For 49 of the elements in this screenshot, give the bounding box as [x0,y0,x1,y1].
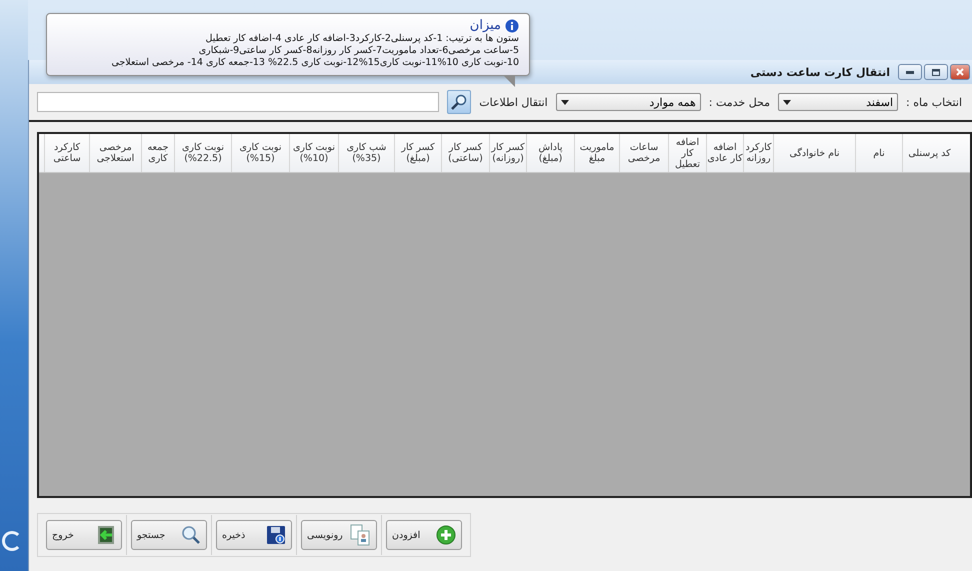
close-icon [956,68,964,76]
action-button[interactable]: ذخیره [216,520,292,550]
plus-icon [436,525,456,545]
action-button[interactable]: افزودن [386,520,462,550]
column-header[interactable]: کارکرد روزانه [743,134,773,172]
column-header[interactable]: نام خانوادگی [773,134,855,172]
maximize-icon [932,68,940,76]
location-dropdown[interactable]: همه موارد [556,93,701,111]
caret-icon [783,100,792,104]
column-header[interactable]: مرخصی استعلاجی [89,134,141,172]
tooltip-text: 5-ساعت مرخصی6-تعداد ماموریت7-کسر کار روزانه8-کسر کار ساعتی9-شبکاری [198,45,519,57]
minimize-button[interactable] [898,64,922,80]
column-header[interactable]: ساعات مرخصی [619,134,668,172]
exit-door-icon [96,525,116,545]
column-header[interactable]: نوبت کاری (15%) [231,134,289,172]
location-label: محل خدمت : [708,96,770,108]
browse-button[interactable] [447,90,472,114]
month-dropdown[interactable]: اسفند [778,93,898,111]
column-header[interactable]: ماموریت مبلغ [574,134,619,172]
search-icon [450,93,468,111]
caret-icon [560,100,569,104]
column-header[interactable]: نوبت کاری (10%) [289,134,338,172]
action-button[interactable]: جستجو [131,520,207,550]
column-header[interactable]: جمعه کاری [141,134,174,172]
column-header[interactable]: کسر کار (ساعتی) [441,134,489,172]
window-title: انتقال کارت ساعت دستی [750,66,890,78]
column-header[interactable]: کد پرسنلی [902,134,956,172]
column-header[interactable]: نوبت کاری (22.5%) [174,134,231,172]
tooltip-text: ستون ها به ترتیب: 1-کد پرسنلی2-کارکرد3-اضافه کار عادی 4-اضافه کار تعطیل [204,33,519,45]
column-header[interactable]: شب کاری (35%) [338,134,394,172]
column-header[interactable]: کسر کار (مبلغ) [394,134,441,172]
maximize-button[interactable] [924,64,948,80]
column-header[interactable]: پاداش (مبلغ) [526,134,574,172]
column-header[interactable]: اضافه کار عادی [706,134,743,172]
info-icon [505,18,519,32]
transfer-label: انتقال اطلاعات [479,96,548,108]
column-header[interactable]: اضافه کار تعطیل [668,134,706,172]
column-header[interactable]: کارکرد ساعتی [44,134,89,172]
month-label: انتخاب ماه : [906,96,962,108]
search-icon [181,525,201,545]
column-header[interactable]: نام [855,134,902,172]
close-button[interactable] [950,64,970,80]
column-header[interactable]: کسر کار (روزانه) [489,134,526,172]
tooltip-title: میزان [470,18,501,33]
tooltip-text: 10-نوبت کاری 10%11-نوبت کاری15%12-نوبت کاری 22.5% 13-جمعه کاری 14- مرخصی استعلاجی [110,57,519,69]
documents-icon [349,524,371,546]
action-button[interactable]: خروج [46,520,122,550]
action-button[interactable]: رونویسی [301,520,377,550]
minimize-icon [906,70,914,74]
